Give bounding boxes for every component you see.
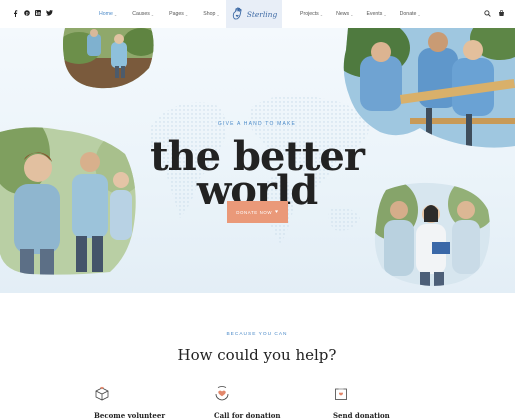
linkedin-icon[interactable] — [35, 10, 41, 16]
hand-logo-icon — [232, 7, 242, 20]
nav-label: Home — [99, 11, 113, 17]
cart-icon[interactable] — [498, 10, 505, 17]
logo-text: Sterling — [246, 9, 278, 19]
heart-hands-icon — [215, 386, 229, 401]
nav-causes[interactable]: Causes ⌄ — [132, 11, 154, 17]
section-title: How could you help? — [177, 346, 337, 364]
site-logo[interactable]: Sterling — [226, 0, 282, 28]
pinterest-icon[interactable]: p — [24, 10, 30, 16]
volunteers-building-photo — [340, 28, 515, 150]
nav-projects[interactable]: Projects ⌄ — [300, 11, 323, 17]
donate-now-button[interactable]: DONATE NOW ♥ — [227, 201, 288, 223]
primary-nav-right: Projects ⌄ News ⌄ Events ⌄ Donate ⌄ — [300, 11, 421, 17]
hero-kicker: GIVE A HAND TO MAKE — [217, 121, 297, 127]
volunteer-box-icon — [95, 386, 109, 401]
chevron-down-icon: ⌄ — [216, 11, 220, 17]
nav-label: Donate — [399, 11, 417, 17]
volunteers-walking-photo — [0, 124, 140, 276]
primary-nav-left: Home ⌄ Causes ⌄ Pages ⌄ Shop ⌄ — [99, 11, 220, 17]
chevron-down-icon: ⌄ — [417, 11, 421, 17]
donate-now-label: DONATE NOW — [236, 209, 273, 215]
facebook-icon[interactable] — [13, 10, 18, 17]
chevron-down-icon: ⌄ — [113, 11, 118, 17]
search-icon[interactable] — [484, 10, 491, 17]
site-header: p Home ⌄ Causes ⌄ Pages ⌄ Shop ⌄ Sterling Pr… — [0, 0, 515, 28]
nav-label: Pages — [169, 11, 184, 17]
nav-label: Causes — [132, 11, 150, 17]
help-card-send-donation[interactable]: Send donation — [333, 385, 423, 420]
help-card-call-for-donation[interactable]: Call for donation — [214, 385, 304, 420]
nav-label: Projects — [300, 11, 319, 17]
nav-donate[interactable]: Donate ⌄ — [400, 11, 421, 17]
nav-home[interactable]: Home ⌄ — [99, 11, 117, 17]
twitter-icon[interactable] — [46, 10, 53, 16]
nav-label: News — [336, 11, 350, 17]
nav-events[interactable]: Events ⌄ — [366, 11, 386, 17]
nav-label: Shop — [203, 11, 216, 17]
chevron-down-icon: ⌄ — [350, 11, 354, 17]
chevron-down-icon: ⌄ — [383, 11, 387, 17]
heart-icon: ♥ — [275, 209, 279, 215]
volunteers-planting-photo — [59, 28, 155, 90]
hero-section: GIVE A HAND TO MAKE the better world DON… — [0, 28, 515, 293]
nav-shop[interactable]: Shop ⌄ — [203, 11, 219, 17]
section-kicker: BECAUSE YOU CAN — [226, 332, 288, 337]
nav-label: Events — [366, 11, 383, 17]
donation-box-icon — [335, 388, 347, 400]
nav-pages[interactable]: Pages ⌄ — [169, 11, 188, 17]
social-links: p — [13, 10, 53, 17]
svg-text:p: p — [26, 12, 29, 16]
volunteers-donation-photo — [372, 180, 492, 288]
chevron-down-icon: ⌄ — [150, 11, 155, 17]
chevron-down-icon: ⌄ — [319, 11, 324, 17]
chevron-down-icon: ⌄ — [184, 11, 189, 17]
help-card-volunteer[interactable]: Become volunteer — [94, 385, 184, 420]
nav-news[interactable]: News ⌄ — [336, 11, 353, 17]
